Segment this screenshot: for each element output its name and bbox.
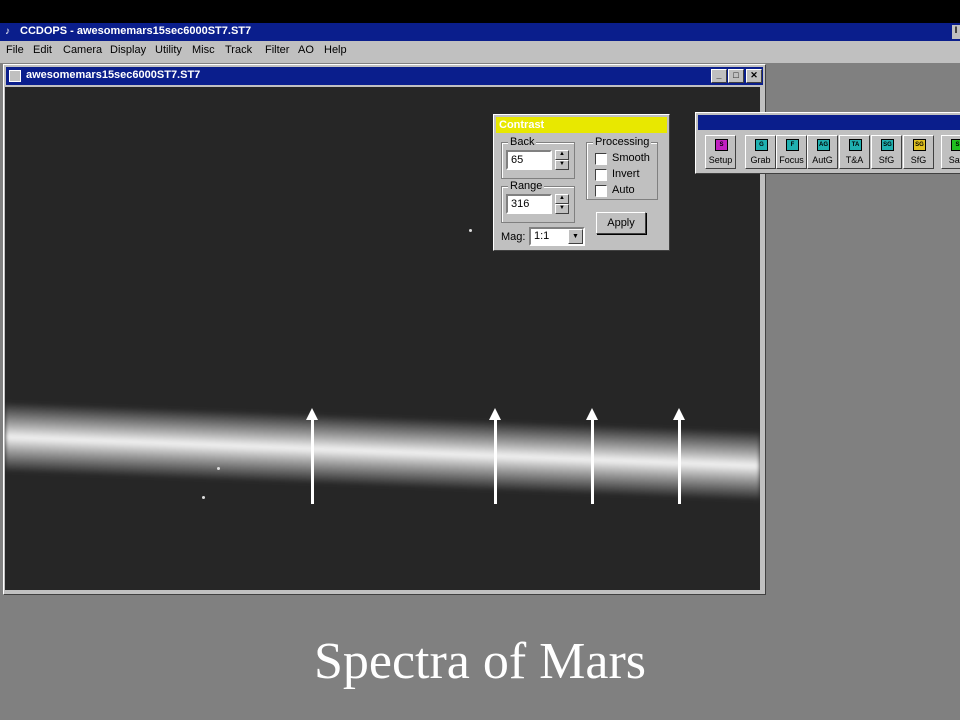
app-icon: ♪ (5, 26, 10, 37)
apply-button[interactable]: Apply (596, 212, 646, 234)
spin-down-icon[interactable]: ▼ (555, 160, 569, 170)
back-field[interactable]: 65 (506, 150, 552, 170)
focus-button[interactable]: F Focus (776, 135, 807, 169)
menu-help[interactable]: Help (324, 44, 347, 56)
image-window-icon (9, 70, 21, 82)
back-spinner[interactable]: ▲ ▼ (555, 150, 569, 170)
autog-icon: AG (817, 139, 830, 151)
app-title: CCDOPS - awesomemars15sec6000ST7.ST7 (20, 25, 252, 37)
processing-group: Processing Smooth Invert Auto (586, 136, 658, 200)
absorption-line-arrow (586, 408, 598, 504)
smooth-label: Smooth (612, 152, 650, 164)
toolbar-title-bar[interactable] (698, 115, 960, 130)
menu-camera[interactable]: Camera (63, 44, 102, 56)
track-accumulate-icon: TA (849, 139, 862, 151)
slide-caption: Spectra of Mars (313, 633, 647, 690)
range-spinner[interactable]: ▲ ▼ (555, 194, 569, 214)
focus-label: Focus (779, 155, 804, 165)
app-title-bar: ♪ CCDOPS - awesomemars15sec6000ST7.ST7 I (0, 23, 960, 41)
app-window-button[interactable]: I (952, 25, 960, 39)
spin-down-icon[interactable]: ▼ (555, 204, 569, 214)
star (469, 229, 472, 232)
range-field[interactable]: 316 (506, 194, 552, 214)
mag-label: Mag: (501, 231, 526, 243)
mag-select[interactable]: 1:1 ▼ (529, 227, 585, 246)
self-guide-alt-label: SfG (910, 155, 927, 165)
menu-file[interactable]: File (6, 44, 24, 56)
setup-label: Setup (708, 155, 733, 165)
chevron-down-icon[interactable]: ▼ (568, 229, 583, 244)
invert-checkbox[interactable] (595, 169, 607, 181)
track-accumulate-label: T&A (845, 155, 864, 165)
autog-button[interactable]: AG AutG (807, 135, 838, 169)
star (202, 496, 205, 499)
autog-label: AutG (812, 155, 833, 165)
mars-spectrum-band (5, 402, 760, 502)
save-label: Sav (948, 155, 960, 165)
processing-label: Processing (593, 136, 652, 148)
star (217, 467, 220, 470)
grab-label: Grab (750, 155, 771, 165)
absorption-line-arrow (673, 408, 685, 504)
absorption-line-arrow (306, 408, 318, 504)
spin-up-icon[interactable]: ▲ (555, 150, 569, 160)
setup-icon: S (715, 139, 728, 151)
contrast-dialog: Contrast Back 65 ▲ ▼ Range 316 ▲ ▼ Proce… (493, 114, 670, 251)
menu-bar: File Edit Camera Display Utility Misc Tr… (0, 41, 960, 61)
menu-misc[interactable]: Misc (192, 44, 215, 56)
focus-icon: F (786, 139, 799, 151)
auto-checkbox[interactable] (595, 185, 607, 197)
contrast-title[interactable]: Contrast (496, 117, 667, 133)
spin-up-icon[interactable]: ▲ (555, 194, 569, 204)
mag-value: 1:1 (534, 230, 550, 242)
image-window-title-bar[interactable]: awesomemars15sec6000ST7.ST7 _ □ ✕ (6, 67, 763, 85)
grab-button[interactable]: G Grab (745, 135, 776, 169)
track-accumulate-button[interactable]: TA T&A (839, 135, 870, 169)
menu-utility[interactable]: Utility (155, 44, 182, 56)
self-guide-button[interactable]: SG SfG (871, 135, 902, 169)
setup-button[interactable]: S Setup (705, 135, 736, 169)
absorption-line-arrow (489, 408, 501, 504)
menu-display[interactable]: Display (110, 44, 146, 56)
menu-ao[interactable]: AO (298, 44, 314, 56)
maximize-button[interactable]: □ (728, 69, 744, 83)
range-label: Range (508, 180, 545, 192)
camera-toolbar: S Setup G Grab F Focus AG AutG TA T&A SG… (695, 112, 960, 174)
image-window-title: awesomemars15sec6000ST7.ST7 (26, 69, 201, 81)
auto-label: Auto (612, 184, 635, 196)
self-guide-alt-icon: SG (913, 139, 926, 151)
close-button[interactable]: ✕ (746, 69, 762, 83)
grab-icon: G (755, 139, 768, 151)
invert-label: Invert (612, 168, 640, 180)
menu-edit[interactable]: Edit (33, 44, 52, 56)
smooth-checkbox[interactable] (595, 153, 607, 165)
minimize-button[interactable]: _ (711, 69, 727, 83)
self-guide-label: SfG (878, 155, 895, 165)
menu-filter[interactable]: Filter (265, 44, 289, 56)
self-guide-icon: SG (881, 139, 894, 151)
back-label: Back (508, 136, 537, 148)
self-guide-alt-button[interactable]: SG SfG (903, 135, 934, 169)
save-button[interactable]: S Sav (941, 135, 960, 169)
menu-track[interactable]: Track (225, 44, 252, 56)
save-icon: S (951, 139, 960, 151)
client-edge (0, 61, 960, 63)
